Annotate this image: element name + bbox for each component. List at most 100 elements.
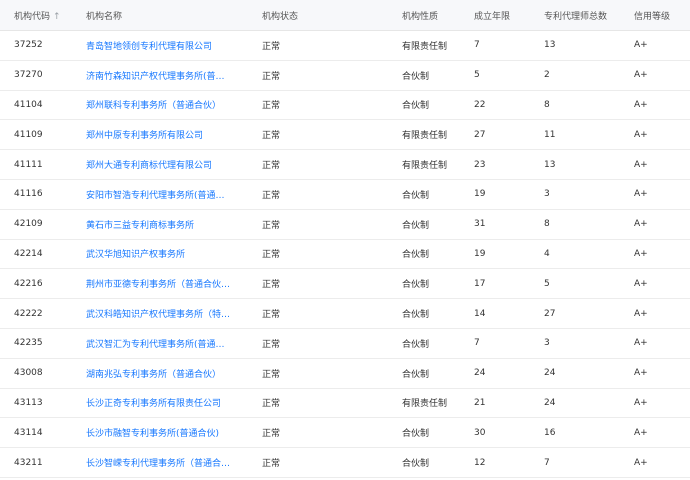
cell-agency-name-link[interactable]: 长沙正奇专利事务所有限责任公司 — [72, 396, 248, 409]
cell-years: 30 — [474, 427, 486, 438]
header-name: 机构名称 — [86, 11, 123, 22]
cell-nature: 合伙制 — [402, 101, 430, 112]
cell-code: 43008 — [14, 368, 43, 379]
cell-agency-name-link[interactable]: 安阳市智浩专利代理事务所(普通… — [72, 188, 248, 201]
cell-credit: A+ — [634, 219, 648, 230]
cell-credit: A+ — [634, 99, 648, 110]
cell-agent-count: 5 — [544, 278, 550, 289]
cell-status: 正常 — [262, 71, 281, 82]
cell-nature: 合伙制 — [402, 71, 430, 82]
cell-code: 41111 — [14, 159, 43, 170]
cell-code: 41104 — [14, 99, 43, 110]
table-row: 43008 湖南兆弘专利事务所（普通合伙） 正常 合伙制 24 24 A+ — [0, 359, 690, 389]
cell-code: 41116 — [14, 189, 43, 200]
cell-nature: 合伙制 — [402, 190, 430, 201]
header-code[interactable]: 机构代码 ↑ — [0, 9, 72, 22]
cell-status: 正常 — [262, 429, 281, 440]
cell-nature: 合伙制 — [402, 310, 430, 321]
sort-arrow-up-icon[interactable]: ↑ — [53, 12, 61, 22]
cell-agency-name-link[interactable]: 荆州市亚德专利事务所（普通合伙… — [72, 277, 248, 290]
cell-agency-name-link[interactable]: 青岛智地领创专利代理有限公司 — [72, 39, 248, 52]
cell-agency-name-link[interactable]: 郑州联科专利事务所（普通合伙） — [72, 98, 248, 111]
cell-agency-name-link[interactable]: 黄石市三益专利商标事务所 — [72, 218, 248, 231]
cell-years: 21 — [474, 397, 486, 408]
cell-years: 24 — [474, 368, 486, 379]
table-row: 37270 济南竹森知识产权代理事务所(普… 正常 合伙制 5 2 A+ — [0, 61, 690, 91]
cell-status: 正常 — [262, 339, 281, 350]
table-row: 43211 长沙智嵘专利代理事务所（普通合… 正常 合伙制 12 7 A+ — [0, 448, 690, 478]
cell-years: 19 — [474, 248, 486, 259]
header-credit: 信用等级 — [634, 11, 671, 22]
cell-years: 17 — [474, 278, 486, 289]
cell-agency-name-link[interactable]: 长沙智嵘专利代理事务所（普通合… — [72, 456, 248, 469]
cell-years: 22 — [474, 99, 486, 110]
cell-nature: 合伙制 — [402, 280, 430, 291]
table-row: 42214 武汉华旭知识产权事务所 正常 合伙制 19 4 A+ — [0, 240, 690, 270]
cell-nature: 有限责任制 — [402, 161, 448, 172]
cell-agent-count: 16 — [544, 427, 556, 438]
cell-years: 12 — [474, 457, 486, 468]
cell-credit: A+ — [634, 159, 648, 170]
table-header: 机构代码 ↑ 机构名称 机构状态 机构性质 成立年限 专利代理师总数 信用等级 — [0, 0, 690, 31]
cell-agency-name-link[interactable]: 武汉华旭知识产权事务所 — [72, 247, 248, 260]
cell-status: 正常 — [262, 399, 281, 410]
cell-agency-name-link[interactable]: 郑州大通专利商标代理有限公司 — [72, 158, 248, 171]
cell-credit: A+ — [634, 129, 648, 140]
cell-agent-count: 8 — [544, 219, 550, 230]
cell-status: 正常 — [262, 280, 281, 291]
cell-nature: 有限责任制 — [402, 41, 448, 52]
cell-agent-count: 3 — [544, 338, 550, 349]
cell-agent-count: 24 — [544, 368, 556, 379]
cell-nature: 合伙制 — [402, 250, 430, 261]
cell-code: 42222 — [14, 308, 43, 319]
cell-code: 43211 — [14, 457, 43, 468]
cell-years: 7 — [474, 40, 480, 51]
cell-agency-name-link[interactable]: 武汉科皓知识产权代理事务所（特… — [72, 307, 248, 320]
cell-status: 正常 — [262, 220, 281, 231]
cell-agency-name-link[interactable]: 湖南兆弘专利事务所（普通合伙） — [72, 367, 248, 380]
cell-credit: A+ — [634, 427, 648, 438]
cell-credit: A+ — [634, 368, 648, 379]
cell-years: 7 — [474, 338, 480, 349]
cell-code: 42216 — [14, 278, 43, 289]
header-status: 机构状态 — [262, 11, 299, 22]
cell-nature: 合伙制 — [402, 459, 430, 470]
table-row: 42222 武汉科皓知识产权代理事务所（特… 正常 合伙制 14 27 A+ — [0, 299, 690, 329]
cell-years: 14 — [474, 308, 486, 319]
cell-agent-count: 13 — [544, 159, 556, 170]
cell-agent-count: 27 — [544, 308, 556, 319]
table-row: 43113 长沙正奇专利事务所有限责任公司 正常 有限责任制 21 24 A+ — [0, 389, 690, 419]
cell-code: 42214 — [14, 248, 43, 259]
cell-credit: A+ — [634, 70, 648, 81]
table-row: 43114 长沙市融智专利事务所(普通合伙) 正常 合伙制 30 16 A+ — [0, 418, 690, 449]
cell-years: 23 — [474, 159, 486, 170]
cell-agent-count: 4 — [544, 248, 550, 259]
cell-years: 27 — [474, 129, 486, 140]
cell-credit: A+ — [634, 338, 648, 349]
cell-years: 31 — [474, 219, 486, 230]
cell-status: 正常 — [262, 101, 281, 112]
cell-agency-name-link[interactable]: 郑州中原专利事务所有限公司 — [72, 128, 248, 141]
cell-credit: A+ — [634, 278, 648, 289]
cell-agency-name-link[interactable]: 济南竹森知识产权代理事务所(普… — [72, 69, 248, 82]
cell-credit: A+ — [634, 248, 648, 259]
cell-nature: 合伙制 — [402, 220, 430, 231]
cell-status: 正常 — [262, 250, 281, 261]
cell-code: 43114 — [14, 427, 43, 438]
table-row: 41111 郑州大通专利商标代理有限公司 正常 有限责任制 23 13 A+ — [0, 150, 690, 180]
cell-status: 正常 — [262, 41, 281, 52]
table-row: 41109 郑州中原专利事务所有限公司 正常 有限责任制 27 11 A+ — [0, 120, 690, 151]
cell-agent-count: 8 — [544, 99, 550, 110]
cell-agency-name-link[interactable]: 长沙市融智专利事务所(普通合伙) — [72, 426, 248, 439]
cell-credit: A+ — [634, 308, 648, 319]
table-body: 37252 青岛智地领创专利代理有限公司 正常 有限责任制 7 13 A+ 37270 济南竹森… — [0, 31, 690, 478]
cell-status: 正常 — [262, 369, 281, 380]
cell-agent-count: 11 — [544, 129, 556, 140]
cell-code: 42109 — [14, 219, 43, 230]
cell-nature: 合伙制 — [402, 369, 430, 380]
table-row: 41104 郑州联科专利事务所（普通合伙） 正常 合伙制 22 8 A+ — [0, 91, 690, 121]
table-row: 42109 黄石市三益专利商标事务所 正常 合伙制 31 8 A+ — [0, 210, 690, 240]
cell-credit: A+ — [634, 397, 648, 408]
cell-agency-name-link[interactable]: 武汉智汇为专利代理事务所(普通… — [72, 337, 248, 350]
header-code-label: 机构代码 — [14, 11, 51, 22]
